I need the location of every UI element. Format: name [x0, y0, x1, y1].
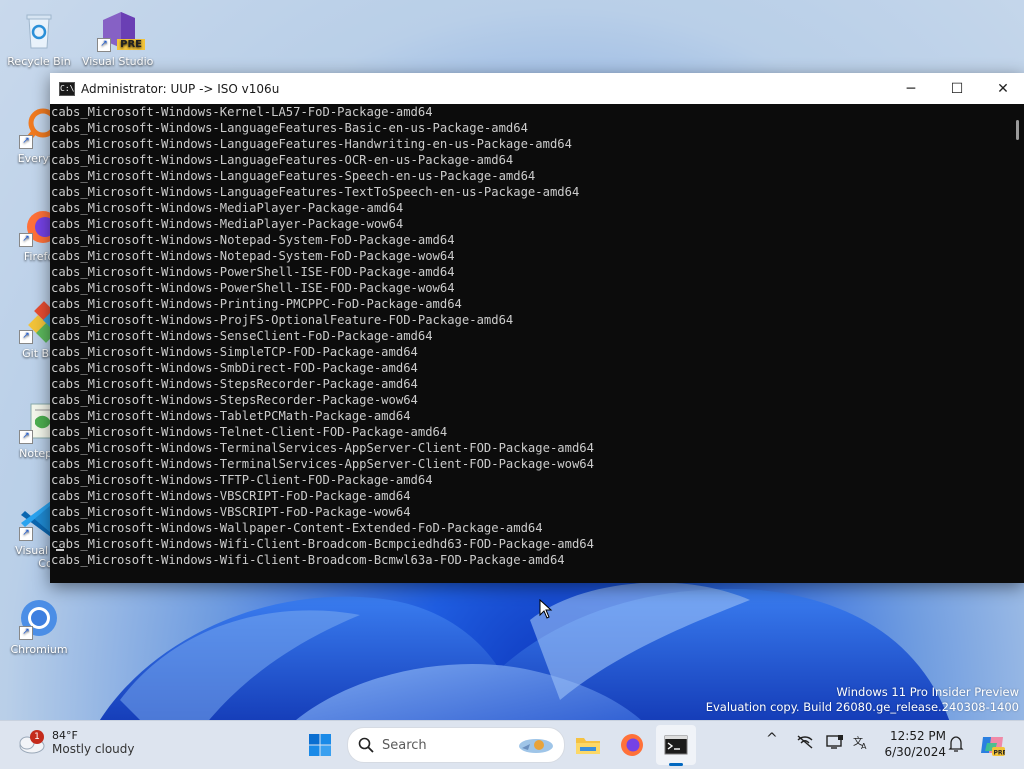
console-output[interactable]: cabs_Microsoft-Windows-Kernel-LA57-FoD-P…: [50, 104, 1008, 583]
shortcut-arrow-icon: ↗: [19, 233, 33, 247]
console-line: cabs_Microsoft-Windows-PowerShell-ISE-FO…: [51, 265, 455, 279]
svg-text:A: A: [861, 742, 867, 750]
visual-studio-icon: PRE ↗: [95, 8, 145, 52]
tray-overflow-chevron[interactable]: ^: [766, 731, 778, 747]
search-highlight-icon: [519, 739, 553, 753]
console-line: cabs_Microsoft-Windows-SimpleTCP-FOD-Pac…: [51, 345, 418, 359]
console-line: cabs_Microsoft-Windows-VBSCRIPT-FoD-Pack…: [51, 505, 411, 519]
folder-icon: [576, 738, 600, 754]
firefox-taskbar-button[interactable]: [612, 725, 652, 765]
vertical-scrollbar[interactable]: [1008, 104, 1024, 583]
desktop-icon-visual-studio[interactable]: PRE ↗ Visual Studio: [82, 8, 154, 68]
console-line: cabs_Microsoft-Windows-Printing-PMCPPC-F…: [51, 297, 462, 311]
taskbar-clock[interactable]: 12:52 PM 6/30/2024: [880, 728, 946, 760]
copilot-icon: PRE: [981, 737, 1006, 757]
notification-badge: 1: [30, 729, 44, 744]
console-line: cabs_Microsoft-Windows-Wifi-Client-Broad…: [51, 537, 594, 551]
console-line: cabs_Microsoft-Windows-StepsRecorder-Pac…: [51, 377, 418, 391]
shortcut-arrow-icon: ↗: [19, 430, 33, 444]
scrollbar-thumb[interactable]: [1016, 120, 1019, 140]
cloud-icon: 1: [16, 729, 46, 754]
shortcut-arrow-icon: ↗: [19, 527, 33, 541]
window-title: Administrator: UUP -> ISO v106u: [81, 81, 280, 96]
taskbar-search[interactable]: Search: [347, 727, 565, 763]
console-line: cabs_Microsoft-Windows-Wifi-Client-Broad…: [51, 553, 565, 567]
console-line: cabs_Microsoft-Windows-VBSCRIPT-FoD-Pack…: [51, 489, 411, 503]
console-line: cabs_Microsoft-Windows-Notepad-System-Fo…: [51, 233, 455, 247]
shortcut-arrow-icon: ↗: [19, 330, 33, 344]
recycle-bin-icon: [17, 8, 61, 52]
firefox-icon: [621, 734, 643, 756]
console-app-icon: C:\: [59, 81, 75, 96]
console-line: cabs_Microsoft-Windows-LanguageFeatures-…: [51, 185, 580, 199]
pre-badge: PRE: [117, 39, 145, 50]
chromium-icon: ↗: [17, 596, 61, 640]
mouse-pointer-icon: [539, 599, 553, 619]
weather-temp: 84°F: [52, 729, 78, 742]
start-button[interactable]: [300, 725, 340, 765]
network-offline-icon[interactable]: [796, 734, 814, 750]
text-cursor: [56, 549, 64, 551]
file-explorer-button[interactable]: [568, 725, 608, 765]
windows-logo-icon: [309, 734, 331, 756]
console-line: cabs_Microsoft-Windows-Telnet-Client-FOD…: [51, 425, 448, 439]
shortcut-arrow-icon: ↗: [19, 135, 33, 149]
console-line: cabs_Microsoft-Windows-TerminalServices-…: [51, 457, 594, 471]
console-line: cabs_Microsoft-Windows-TerminalServices-…: [51, 441, 594, 455]
console-line: cabs_Microsoft-Windows-SmbDirect-FOD-Pac…: [51, 361, 418, 375]
console-line: cabs_Microsoft-Windows-TabletPCMath-Pack…: [51, 409, 411, 423]
console-line: cabs_Microsoft-Windows-LanguageFeatures-…: [51, 121, 528, 135]
console-line: cabs_Microsoft-Windows-LanguageFeatures-…: [51, 169, 536, 183]
console-line: cabs_Microsoft-Windows-LanguageFeatures-…: [51, 137, 572, 151]
console-line: cabs_Microsoft-Windows-MediaPlayer-Packa…: [51, 217, 404, 231]
console-line: cabs_Microsoft-Windows-Notepad-System-Fo…: [51, 249, 455, 263]
console-line: cabs_Microsoft-Windows-PowerShell-ISE-FO…: [51, 281, 455, 295]
window-titlebar[interactable]: C:\ Administrator: UUP -> ISO v106u ─ ☐ …: [50, 73, 1024, 104]
copilot-button[interactable]: PRE: [972, 725, 1012, 765]
taskbar: 1 84°F Mostly cloudy Search ^ 文 A 12:52 …: [0, 720, 1024, 769]
watermark-line-2: Evaluation copy. Build 26080.ge_release.…: [705, 700, 1019, 714]
svg-text:PRE: PRE: [994, 750, 1006, 757]
close-button[interactable]: ✕: [980, 73, 1024, 104]
console-line: cabs_Microsoft-Windows-MediaPlayer-Packa…: [51, 201, 404, 215]
terminal-icon: [664, 735, 688, 755]
console-line: cabs_Microsoft-Windows-Kernel-LA57-FoD-P…: [51, 105, 433, 119]
console-line: cabs_Microsoft-Windows-SenseClient-FoD-P…: [51, 329, 433, 343]
maximize-button[interactable]: ☐: [934, 73, 980, 104]
desktop-icon-label: Recycle Bin: [7, 55, 71, 68]
evaluation-watermark: Windows 11 Pro Insider Preview Evaluatio…: [706, 685, 1019, 715]
desktop-icon-chromium[interactable]: ↗ Chromium: [4, 596, 74, 656]
desktop-icon-label: Visual Studio: [82, 55, 154, 68]
console-line: cabs_Microsoft-Windows-TFTP-Client-FOD-P…: [51, 473, 433, 487]
desktop-icon-recycle-bin[interactable]: Recycle Bin: [4, 8, 74, 68]
weather-condition: Mostly cloudy: [52, 742, 135, 756]
clock-date: 6/30/2024: [884, 745, 946, 759]
weather-widget[interactable]: 1 84°F Mostly cloudy: [16, 729, 135, 756]
display-icon[interactable]: [826, 734, 844, 750]
language-icon[interactable]: 文A: [852, 734, 870, 750]
console-line: cabs_Microsoft-Windows-LanguageFeatures-…: [51, 153, 514, 167]
terminal-taskbar-button[interactable]: [656, 725, 696, 765]
search-icon: [358, 737, 374, 753]
active-app-indicator: [669, 763, 683, 766]
shortcut-arrow-icon: ↗: [19, 626, 33, 640]
console-line: cabs_Microsoft-Windows-StepsRecorder-Pac…: [51, 393, 418, 407]
shortcut-arrow-icon: ↗: [97, 38, 111, 52]
console-window[interactable]: C:\ Administrator: UUP -> ISO v106u ─ ☐ …: [50, 73, 1024, 583]
notification-bell-icon[interactable]: [948, 735, 964, 753]
console-line: cabs_Microsoft-Windows-ProjFS-OptionalFe…: [51, 313, 514, 327]
desktop-icon-label: Chromium: [10, 643, 68, 656]
search-placeholder: Search: [382, 737, 427, 753]
watermark-line-1: Windows 11 Pro Insider Preview: [836, 685, 1019, 699]
console-line: cabs_Microsoft-Windows-Wallpaper-Content…: [51, 521, 543, 535]
clock-time: 12:52 PM: [890, 729, 946, 743]
minimize-button[interactable]: ─: [888, 73, 934, 104]
